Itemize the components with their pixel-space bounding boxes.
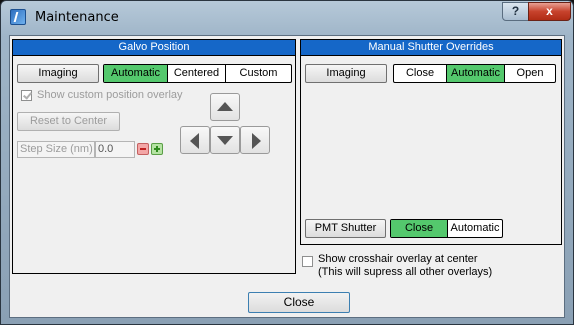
crosshair-overlay-note: (This will supress all other overlays)	[318, 266, 493, 278]
shutter-mode-close[interactable]: Close	[394, 65, 446, 82]
shutter-panel-title: Manual Shutter Overrides	[301, 40, 561, 56]
help-button[interactable]: ?	[502, 2, 529, 21]
galvo-mode-automatic[interactable]: Automatic	[104, 65, 167, 82]
arrow-up-icon	[217, 102, 233, 111]
pmt-mode-automatic[interactable]: Automatic	[447, 220, 502, 237]
maintenance-window: Maintenance ? x Galvo Position Imaging A…	[0, 0, 574, 325]
crosshair-overlay-checkbox[interactable]	[302, 256, 313, 267]
shutter-mode-open[interactable]: Open	[504, 65, 555, 82]
arrow-left-icon	[190, 133, 199, 149]
galvo-position-panel: Galvo Position Imaging Automatic Centere…	[12, 39, 296, 274]
step-decrease-button[interactable]	[137, 143, 149, 155]
arrow-right-icon	[252, 133, 261, 149]
shutter-mode-selector: Close Automatic Open	[393, 64, 556, 83]
pmt-mode-selector: Close Automatic	[390, 219, 503, 238]
pmt-shutter-button[interactable]: PMT Shutter	[305, 219, 386, 238]
step-size-label: Step Size (nm)	[17, 141, 95, 158]
shutter-mode-automatic[interactable]: Automatic	[446, 65, 504, 82]
shutter-overrides-panel: Manual Shutter Overrides Imaging Close A…	[300, 39, 562, 245]
show-custom-overlay-option[interactable]: Show custom position overlay	[21, 89, 183, 101]
move-down-button[interactable]	[210, 126, 240, 154]
close-button[interactable]: Close	[248, 292, 350, 313]
crosshair-overlay-option[interactable]: Show crosshair overlay at center (This w…	[302, 253, 492, 279]
step-size-input[interactable]: 0.0	[95, 141, 135, 158]
galvo-panel-title: Galvo Position	[13, 40, 295, 56]
arrow-down-icon	[217, 136, 233, 145]
crosshair-overlay-label: Show crosshair overlay at center	[318, 253, 478, 265]
app-icon	[10, 9, 26, 25]
title-bar[interactable]: Maintenance ? x	[1, 1, 573, 34]
move-up-button[interactable]	[210, 93, 240, 121]
show-custom-overlay-label: Show custom position overlay	[37, 89, 183, 101]
move-left-button[interactable]	[180, 126, 210, 154]
step-increase-button[interactable]	[151, 143, 163, 155]
reset-to-center-button[interactable]: Reset to Center	[17, 112, 120, 131]
window-title: Maintenance	[35, 10, 119, 25]
move-right-button[interactable]	[240, 126, 270, 154]
galvo-imaging-button[interactable]: Imaging	[17, 64, 99, 83]
show-custom-overlay-checkbox[interactable]	[21, 90, 32, 101]
galvo-mode-selector: Automatic Centered Custom	[103, 64, 292, 83]
galvo-mode-custom[interactable]: Custom	[225, 65, 291, 82]
crosshair-overlay-text: Show crosshair overlay at center (This w…	[318, 253, 492, 279]
shutter-imaging-button[interactable]: Imaging	[305, 64, 387, 83]
pmt-mode-close[interactable]: Close	[391, 220, 447, 237]
galvo-mode-centered[interactable]: Centered	[167, 65, 225, 82]
window-close-button[interactable]: x	[528, 2, 571, 21]
dialog-body: Galvo Position Imaging Automatic Centere…	[9, 35, 565, 318]
